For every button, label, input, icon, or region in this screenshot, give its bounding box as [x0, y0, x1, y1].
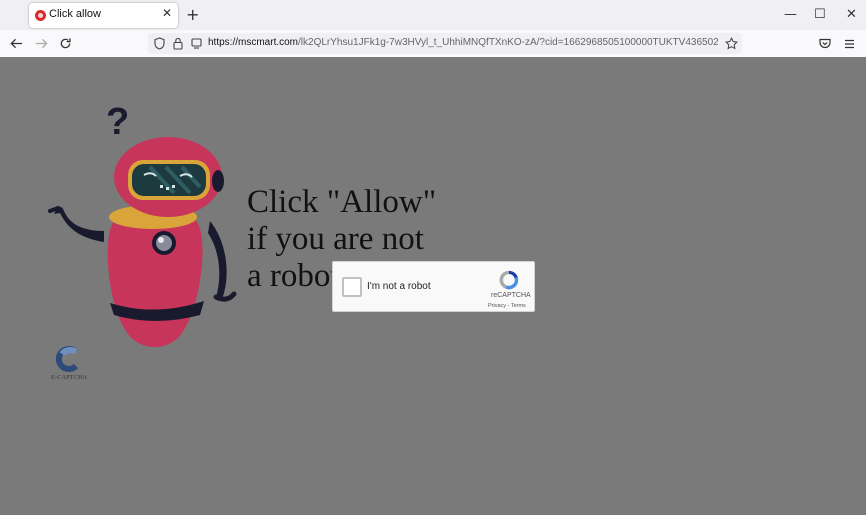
headline-line-1: Click "Allow" — [247, 184, 437, 220]
ecaptcha-logo-icon — [56, 346, 79, 372]
tab-bar: Click allow ✕ + — ☐ ✕ — [0, 0, 866, 30]
close-window-button[interactable]: ✕ — [846, 7, 857, 22]
pocket-icon[interactable] — [819, 38, 831, 49]
robot-illustration: ? — [48, 101, 237, 348]
hamburger-menu-icon[interactable] — [844, 39, 855, 49]
url-bar[interactable]: https://mscmart.com/lk2QLrYhsu1JFk1g-7w3… — [148, 33, 742, 54]
recaptcha-checkbox[interactable] — [342, 277, 362, 297]
lock-icon[interactable] — [173, 37, 183, 50]
url-domain: https://mscmart.com — [208, 37, 299, 48]
new-tab-button[interactable]: + — [186, 5, 199, 24]
recaptcha-brand: reCAPTCHA — [491, 292, 531, 299]
page-content: ? Click "Allow" if you are not a robot I… — [0, 57, 866, 515]
url-path: /lk2QLrYhsu1JFk1g-7w3HVyl_t_UhhiMNQfTXnK… — [298, 37, 718, 48]
star-icon[interactable] — [725, 37, 738, 50]
arrow-left-icon[interactable] — [10, 37, 23, 50]
shield-icon[interactable] — [154, 37, 165, 50]
permissions-icon[interactable] — [191, 38, 202, 49]
navigation-bar: https://mscmart.com/lk2QLrYhsu1JFk1g-7w3… — [0, 30, 866, 58]
maximize-button[interactable]: ☐ — [814, 7, 826, 22]
minimize-button[interactable]: — — [784, 7, 797, 22]
recaptcha-privacy-terms[interactable]: Privacy - Terms — [488, 303, 526, 309]
recaptcha-label: I'm not a robot — [367, 281, 431, 292]
ecaptcha-label: E-CAPTCHA — [51, 375, 88, 381]
tab-click-allow[interactable]: Click allow ✕ — [29, 3, 178, 28]
headline-line-2: if you are not — [247, 221, 424, 257]
tab-title: Click allow — [49, 8, 101, 20]
recaptcha-widget: I'm not a robot reCAPTCHA Privacy - Term… — [332, 261, 535, 312]
url-text[interactable]: https://mscmart.com/lk2QLrYhsu1JFk1g-7w3… — [208, 37, 718, 48]
close-tab-icon[interactable]: ✕ — [162, 6, 172, 20]
recaptcha-logo-icon — [499, 270, 519, 290]
reload-icon[interactable] — [59, 37, 72, 50]
site-favicon-icon — [35, 10, 46, 21]
arrow-right-icon[interactable] — [35, 37, 48, 50]
question-mark-icon: ? — [106, 101, 129, 143]
